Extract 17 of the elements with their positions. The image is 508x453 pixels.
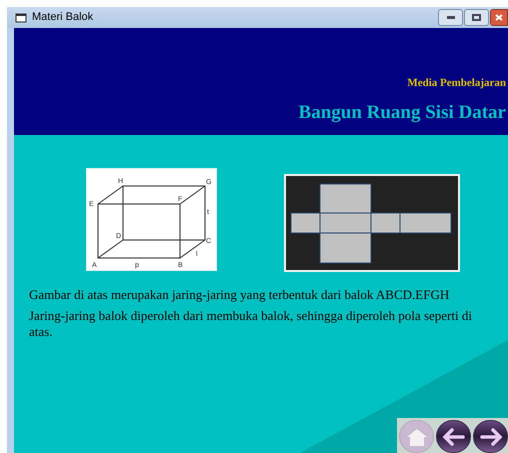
right-arrow-icon: [478, 428, 502, 446]
paragraph: Jaring-jaring balok diperoleh dari membuka balok, sehingga diperoleh pola seperti di atas.: [29, 308, 473, 340]
house-icon: [404, 426, 428, 446]
maximize-button[interactable]: [464, 9, 489, 26]
minimize-button[interactable]: [438, 9, 463, 26]
paragraph: Gambar di atas merupakan jaring-jaring yang terbentuk dari balok ABCD.EFGH: [29, 287, 450, 303]
close-icon: [495, 14, 503, 21]
subtitle: Media Pembelajaran: [407, 76, 506, 91]
forward-button[interactable]: [473, 420, 508, 453]
maximize-icon: [472, 14, 481, 21]
minimize-icon: [446, 16, 454, 19]
back-button[interactable]: [436, 420, 471, 453]
left-arrow-icon: [442, 428, 466, 446]
window-icon: [15, 12, 27, 23]
window-title: Materi Balok: [32, 10, 94, 26]
page-title: Bangun Ruang Sisi Datar: [298, 100, 506, 124]
close-button[interactable]: [490, 9, 508, 26]
